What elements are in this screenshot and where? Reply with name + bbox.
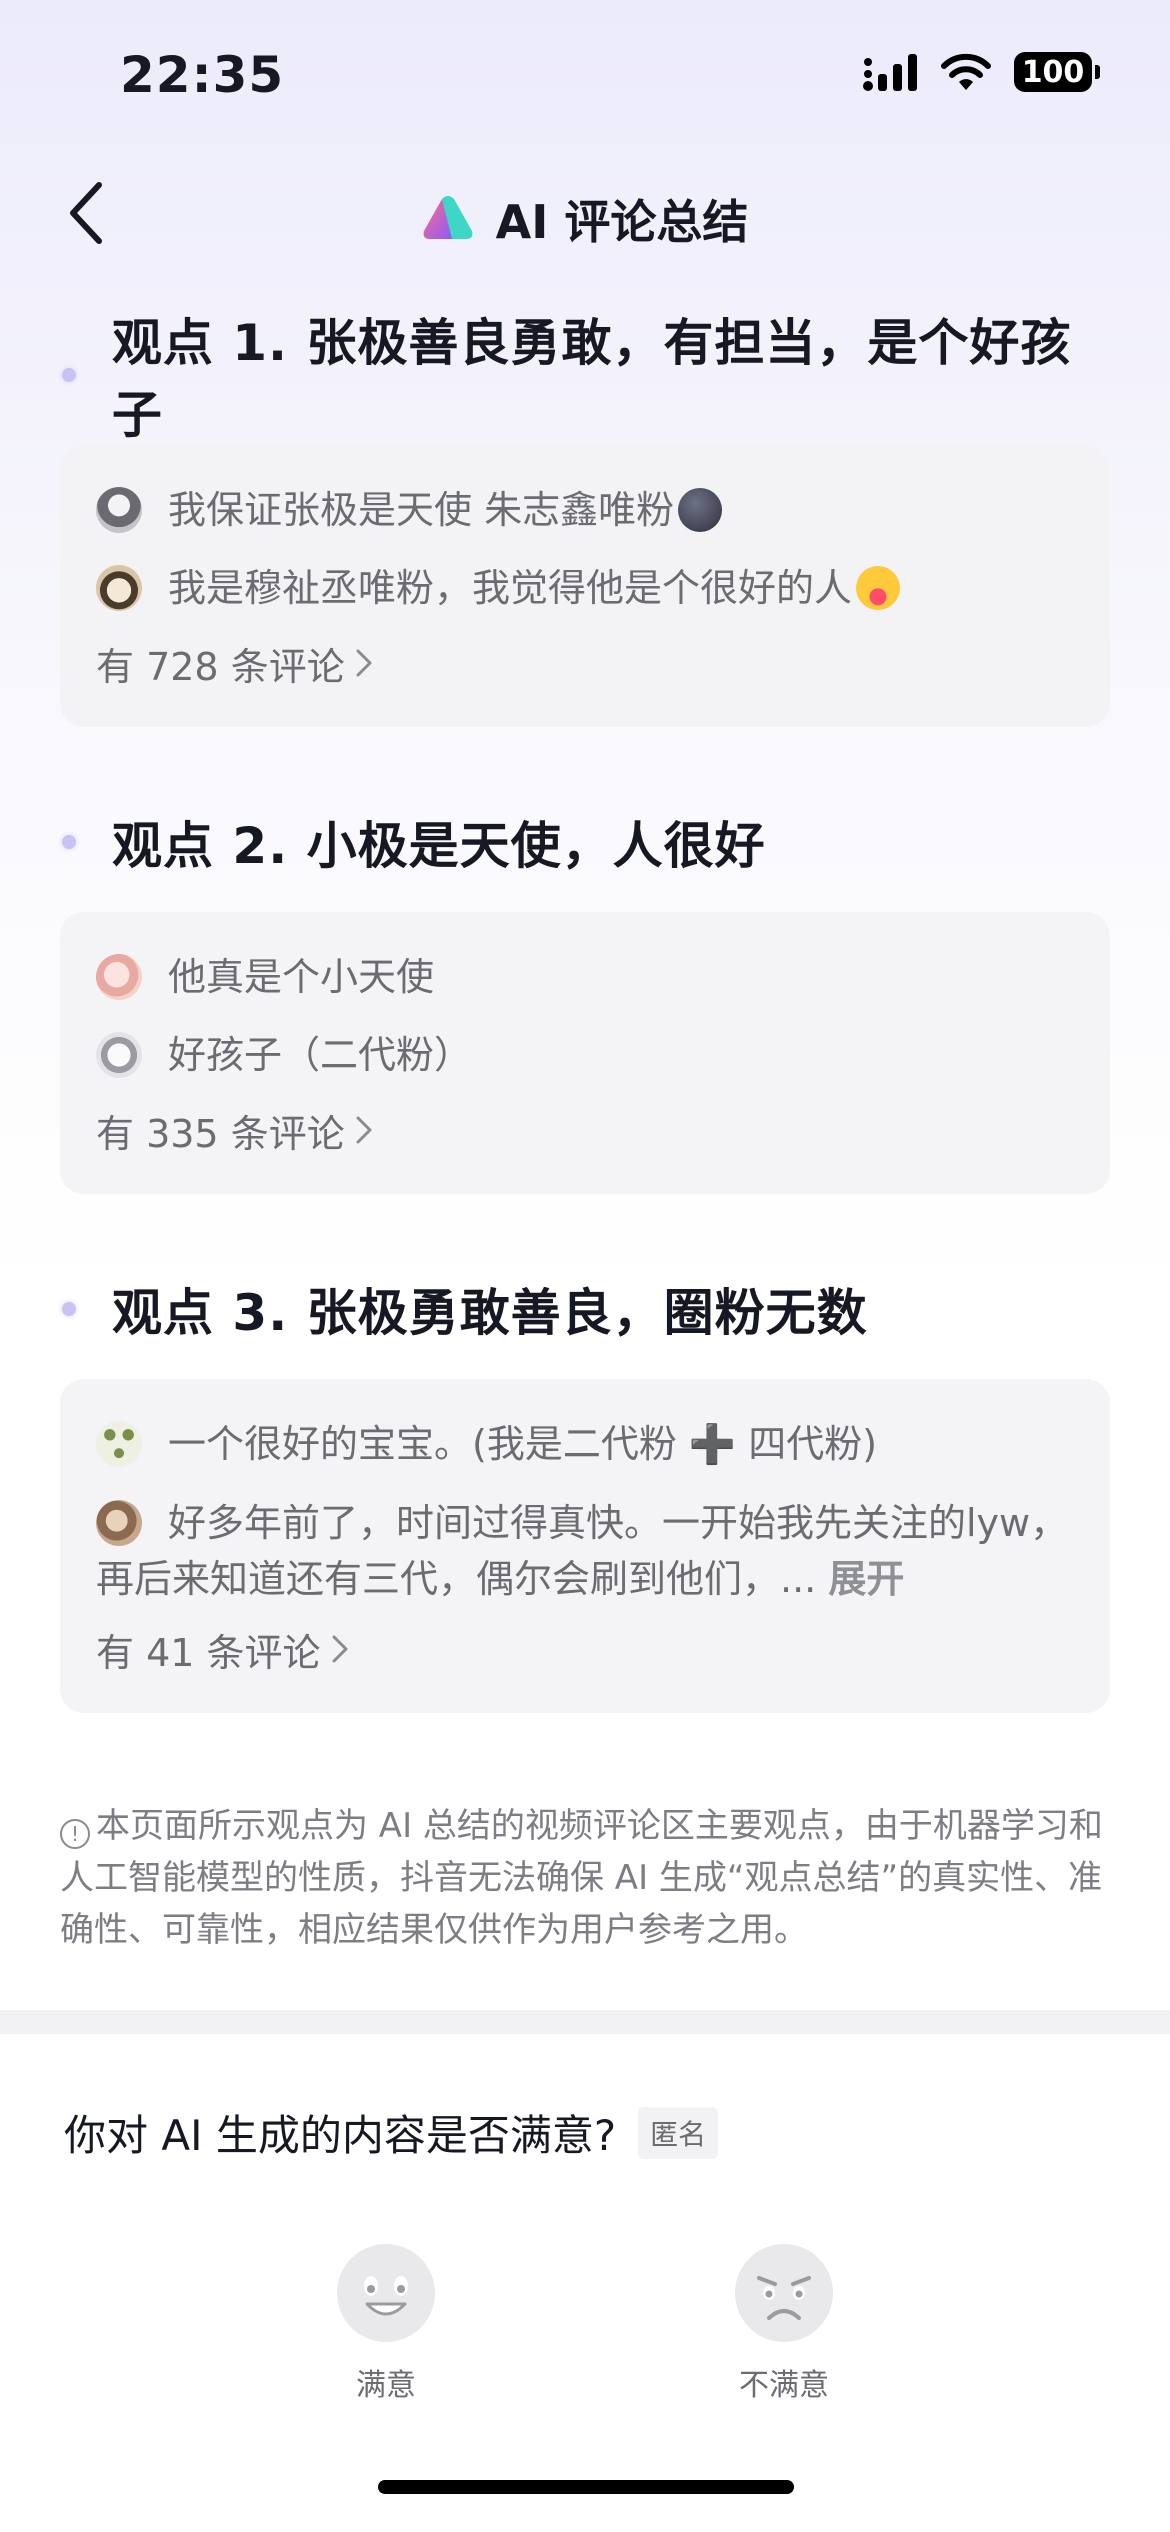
comment-item[interactable]: 我是穆祉丞唯粉，我觉得他是个很好的人	[96, 549, 1074, 627]
feedback-survey: 你对 AI 生成的内容是否满意? 匿名 满意 不满意	[0, 2034, 1170, 2532]
section-divider	[0, 2010, 1170, 2034]
unsatisfied-face-icon	[735, 2244, 833, 2342]
view-comments-link[interactable]: 有 728 条评论	[96, 627, 1074, 699]
nav-bar: AI 评论总结	[0, 160, 1170, 270]
comment-item[interactable]: 好多年前了，时间过得真快。一开始我先关注的lyw，再后来知道还有三代，偶尔会刷到…	[96, 1483, 1074, 1613]
status-icons: 100	[862, 52, 1100, 92]
avatar	[96, 954, 142, 1000]
satisfied-label: 满意	[356, 2368, 416, 2403]
comment-card[interactable]: 我保证张极是天使 朱志鑫唯粉 我是穆祉丞唯粉，我觉得他是个很好的人 有 728 …	[60, 445, 1110, 727]
comment-text: 我保证张极是天使 朱志鑫唯粉	[168, 482, 723, 538]
battery-level: 100	[1021, 54, 1085, 90]
ai-logo-icon	[423, 196, 473, 239]
unsatisfied-label: 不满意	[739, 2368, 829, 2403]
comment-count-label: 有 728 条评论	[96, 644, 345, 689]
comment-card[interactable]: 他真是个小天使 好孩子（二代粉） 有 335 条评论	[60, 912, 1110, 1194]
comment-text: 好孩子（二代粉）	[168, 1033, 473, 1077]
viewpoint-title: 观点 1. 张极善良勇敢，有担当，是个好孩子	[111, 314, 1072, 444]
status-bar: 22:35 100	[0, 0, 1170, 150]
unsatisfied-button[interactable]: 不满意	[684, 2244, 884, 2404]
blushing-emoji-icon	[856, 566, 901, 610]
comment-text: 好多年前了，时间过得真快。一开始我先关注的lyw，再后来知道还有三代，偶尔会刷到…	[96, 1501, 1069, 1601]
avatar	[96, 487, 142, 533]
comment-card[interactable]: 一个很好的宝宝。(我是二代粉 ➕ 四代粉) 好多年前了，时间过得真快。一开始我先…	[60, 1379, 1110, 1713]
comment-count-label: 有 335 条评论	[96, 1111, 345, 1156]
viewpoint-title: 观点 2. 小极是天使，人很好	[112, 817, 766, 875]
wifi-icon	[941, 53, 991, 90]
comment-text: 他真是个小天使	[168, 955, 435, 999]
chevron-right-icon	[332, 1635, 348, 1663]
view-comments-link[interactable]: 有 41 条评论	[96, 1613, 1074, 1685]
comment-item[interactable]: 我保证张极是天使 朱志鑫唯粉	[96, 471, 1074, 549]
viewpoint-section-2: 观点 2. 小极是天使，人很好 他真是个小天使 好孩子（二代粉） 有 335 条…	[60, 802, 1110, 1194]
avatar	[96, 565, 142, 611]
page-title: AI 评论总结	[495, 195, 749, 249]
bullet-dot	[62, 1302, 76, 1316]
battery-icon: 100	[1014, 52, 1100, 92]
view-comments-link[interactable]: 有 335 条评论	[96, 1094, 1074, 1166]
viewpoint-section-3: 观点 3. 张极勇敢善良，圈粉无数 一个很好的宝宝。(我是二代粉 ➕ 四代粉) …	[60, 1269, 1110, 1713]
comment-text: 一个很好的宝宝。(我是二代粉 ➕ 四代粉)	[168, 1422, 878, 1466]
comment-count-label: 有 41 条评论	[96, 1630, 321, 1675]
viewpoint-title: 观点 3. 张极勇敢善良，圈粉无数	[112, 1284, 868, 1342]
comment-item[interactable]: 他真是个小天使	[96, 938, 1074, 1016]
satisfied-face-icon	[337, 2244, 435, 2342]
avatar	[96, 1032, 142, 1078]
comment-item[interactable]: 一个很好的宝宝。(我是二代粉 ➕ 四代粉)	[96, 1405, 1074, 1483]
chevron-right-icon	[356, 1116, 372, 1144]
satisfied-button[interactable]: 满意	[286, 2244, 486, 2404]
comment-text: 我是穆祉丞唯粉，我觉得他是个很好的人	[168, 560, 901, 616]
survey-question: 你对 AI 生成的内容是否满意?	[64, 2111, 617, 2160]
viewpoint-section-1: 观点 1. 张极善良勇敢，有担当，是个好孩子 我保证张极是天使 朱志鑫唯粉 我是…	[60, 314, 1110, 727]
status-time: 22:35	[120, 46, 285, 104]
signal-icon	[863, 54, 917, 91]
expand-button[interactable]: 展开	[828, 1557, 904, 1601]
bullet-dot	[62, 835, 76, 849]
disclaimer-text: 本页面所示观点为 AI 总结的视频评论区主要观点，由于机器学习和人工智能模型的性…	[60, 1806, 1103, 1950]
chevron-right-icon	[356, 649, 372, 677]
info-icon: !	[60, 1819, 90, 1849]
bullet-dot	[62, 368, 76, 382]
nav-title-group: AI 评论总结	[0, 186, 1170, 252]
survey-question-row: 你对 AI 生成的内容是否满意? 匿名	[64, 2102, 719, 2163]
anonymous-badge: 匿名	[638, 2106, 719, 2159]
home-indicator[interactable]	[378, 2480, 794, 2494]
avatar	[96, 1421, 142, 1467]
comment-item[interactable]: 好孩子（二代粉）	[96, 1016, 1074, 1094]
disclaimer: ! 本页面所示观点为 AI 总结的视频评论区主要观点，由于机器学习和人工智能模型的…	[60, 1800, 1110, 1956]
dark-moon-emoji-icon	[678, 488, 723, 532]
